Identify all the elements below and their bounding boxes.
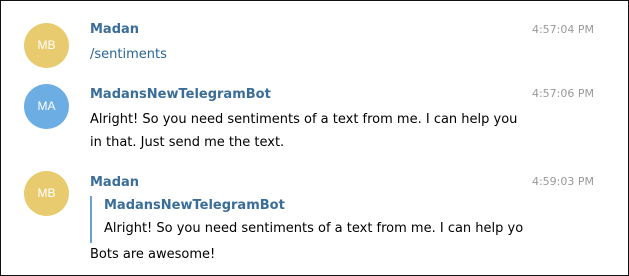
- message-timestamp: 4:57:06 PM: [531, 87, 594, 100]
- sender-name[interactable]: Madan: [90, 22, 139, 37]
- message-timestamp: 4:59:03 PM: [531, 175, 594, 188]
- bot-command-link[interactable]: /sentiments: [90, 43, 167, 66]
- message-item: MB Madan 4:57:04 PM /sentiments: [1, 1, 628, 81]
- avatar[interactable]: MB: [24, 23, 69, 68]
- message-text: in that. Just send me the text.: [90, 135, 285, 150]
- reply-sender-name: MadansNewTelegramBot: [104, 198, 285, 213]
- reply-preview-text: Alright! So you need sentiments of a tex…: [104, 221, 524, 236]
- message-text: Bots are awesome!: [90, 247, 216, 262]
- message-text: Alright! So you need sentiments of a tex…: [90, 112, 518, 127]
- message-item: MA MadansNewTelegramBot 4:57:06 PM Alrig…: [1, 81, 628, 161]
- sender-name[interactable]: Madan: [90, 175, 139, 190]
- message-item: MB Madan 4:59:03 PM MadansNewTelegramBot…: [1, 161, 628, 275]
- sender-name[interactable]: MadansNewTelegramBot: [90, 87, 271, 102]
- avatar[interactable]: MA: [24, 84, 69, 129]
- message-timestamp: 4:57:04 PM: [531, 23, 594, 36]
- avatar[interactable]: MB: [24, 171, 69, 216]
- reply-quote[interactable]: MadansNewTelegramBot Alright! So you nee…: [90, 196, 524, 243]
- chat-history: MB Madan 4:57:04 PM /sentiments MA Madan…: [0, 0, 629, 276]
